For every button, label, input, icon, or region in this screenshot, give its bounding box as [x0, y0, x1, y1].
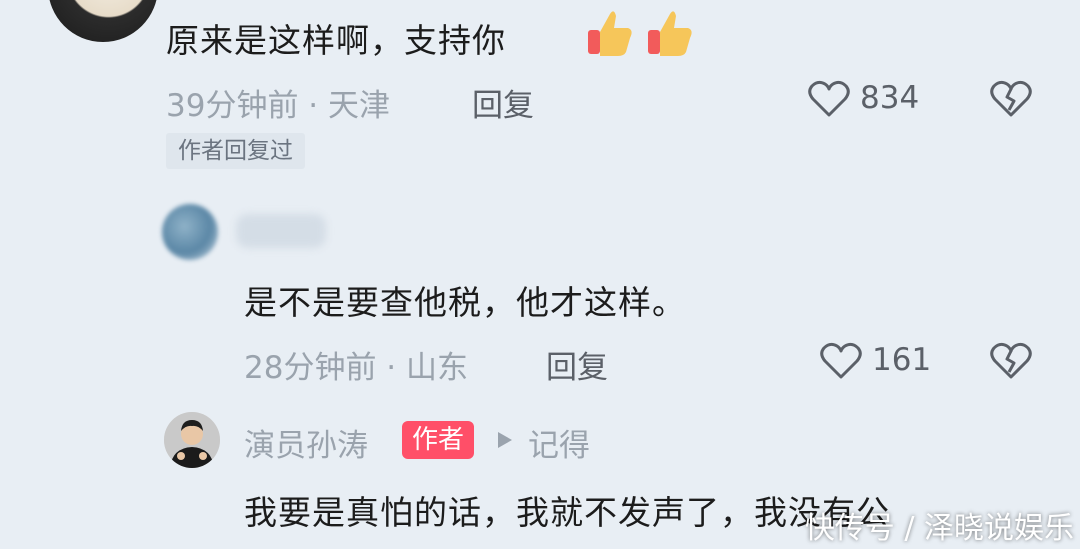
thumbs-up-icon [646, 6, 694, 58]
comment-text: 是不是要查他税，他才这样。 [244, 283, 686, 322]
username-blurred [236, 214, 326, 248]
like-count: 161 [872, 342, 932, 378]
avatar[interactable] [164, 412, 220, 468]
avatar[interactable] [162, 204, 218, 260]
reply-arrow-icon [496, 430, 514, 450]
comment-text: 原来是这样啊，支持你 [166, 21, 506, 60]
avatar[interactable] [48, 0, 158, 42]
heart-icon [820, 342, 862, 379]
username[interactable]: 演员孙涛 [244, 420, 368, 465]
reply-button[interactable]: 回复 [546, 342, 608, 387]
dislike-button[interactable] [990, 80, 1032, 118]
like-button[interactable] [820, 342, 862, 380]
heart-icon [808, 80, 850, 117]
like-count: 834 [860, 80, 920, 116]
dislike-button[interactable] [990, 342, 1032, 380]
comment-text: 我要是真怕的话，我就不发声了，我没有公 [244, 493, 890, 532]
like-button[interactable] [808, 80, 850, 118]
author-badge: 作者 [402, 421, 475, 459]
watermark: 快传号 / 泽晓说娱乐 [804, 511, 1074, 546]
thumbs-up-icon [586, 6, 634, 58]
comment-meta: 28分钟前 · 山东 [244, 350, 469, 386]
comment-meta: 39分钟前 · 天津 [166, 88, 391, 124]
reply-button[interactable]: 回复 [472, 80, 534, 125]
reply-to-username[interactable]: 记得 [528, 420, 590, 465]
broken-heart-icon [990, 342, 1032, 379]
broken-heart-icon [990, 80, 1032, 117]
author-replied-tag: 作者回复过 [166, 133, 305, 169]
